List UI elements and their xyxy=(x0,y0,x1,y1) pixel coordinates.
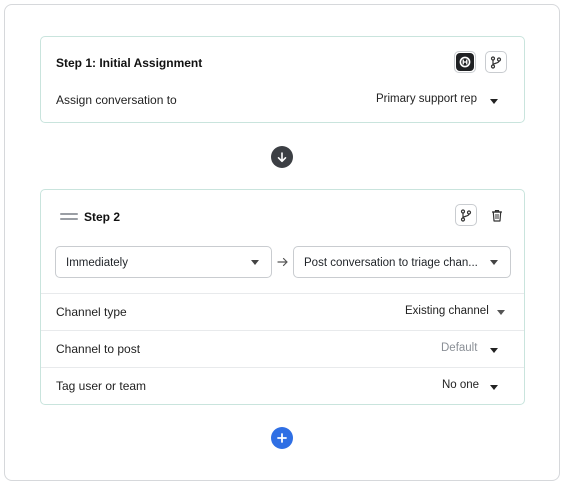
channel-to-post-value: Default xyxy=(441,342,478,354)
channel-type-label: Channel type xyxy=(56,305,127,319)
chevron-down-icon xyxy=(490,385,498,390)
add-step-button[interactable] xyxy=(271,427,293,449)
tag-user-value: No one xyxy=(442,379,480,391)
plus-icon xyxy=(277,433,287,443)
chevron-down-icon xyxy=(490,260,498,265)
branch-button[interactable] xyxy=(455,204,477,226)
divider xyxy=(41,330,524,331)
tag-user-dropdown[interactable]: No one xyxy=(431,375,506,397)
channel-to-post-label: Channel to post xyxy=(56,342,141,356)
app-logo-icon xyxy=(456,53,474,71)
chevron-down-icon xyxy=(490,99,498,104)
connector-arrow xyxy=(271,146,293,168)
assign-dropdown[interactable]: Primary support rep xyxy=(361,89,506,111)
delete-button[interactable] xyxy=(489,207,505,223)
channel-type-dropdown[interactable]: Existing channel xyxy=(396,301,511,323)
divider xyxy=(41,367,524,368)
arrow-down-icon xyxy=(277,151,287,162)
branch-button[interactable] xyxy=(485,51,507,73)
step-2-card: Step 2 Immediately Post conversation to … xyxy=(40,189,525,405)
chevron-down-icon xyxy=(490,348,498,353)
workflow-panel: Step 1: Initial Assignment Assign conver… xyxy=(4,4,560,481)
step-1-title: Step 1: Initial Assignment xyxy=(56,56,203,70)
assign-label: Assign conversation to xyxy=(56,93,177,107)
tag-user-label: Tag user or team xyxy=(56,379,147,393)
branch-icon xyxy=(460,208,472,222)
step-2-title: Step 2 xyxy=(84,210,121,224)
action-select-value: Post conversation to triage chan... xyxy=(304,257,478,269)
channel-type-value: Existing channel xyxy=(405,305,489,317)
branch-icon xyxy=(490,55,502,69)
action-select[interactable]: Post conversation to triage chan... xyxy=(293,246,511,278)
timing-select[interactable]: Immediately xyxy=(55,246,272,278)
drag-handle-icon[interactable] xyxy=(60,213,78,223)
divider xyxy=(41,293,524,294)
trash-icon xyxy=(492,209,502,222)
app-logo-button[interactable] xyxy=(454,51,476,73)
step-1-card: Step 1: Initial Assignment Assign conver… xyxy=(40,36,525,123)
arrow-right-icon xyxy=(277,256,289,270)
chevron-down-icon xyxy=(251,260,259,265)
chevron-down-icon xyxy=(497,310,505,315)
channel-to-post-dropdown[interactable]: Default xyxy=(431,338,506,360)
timing-select-value: Immediately xyxy=(66,257,128,269)
assign-value: Primary support rep xyxy=(376,93,477,105)
